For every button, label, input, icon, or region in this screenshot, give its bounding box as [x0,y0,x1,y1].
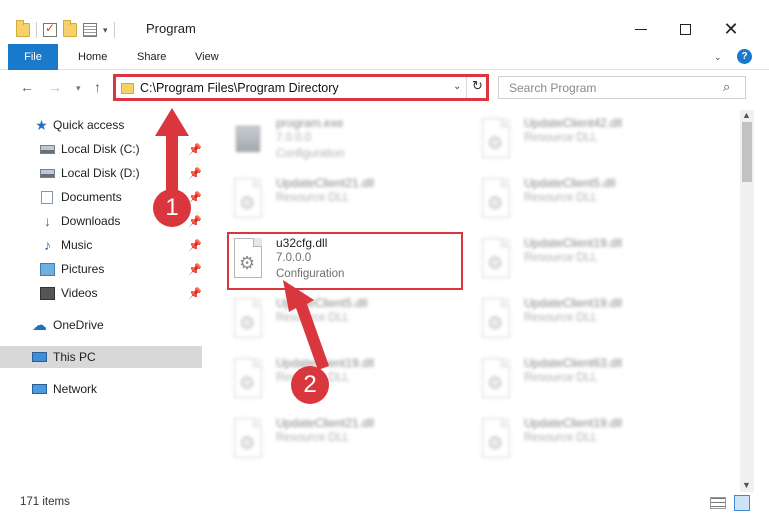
step-badge-1: 1 [153,189,191,227]
step-badge-2: 2 [291,366,329,404]
annotation-arrows [155,108,329,370]
annotation-arrow-1 [155,108,189,196]
annotation-arrow-2 [283,280,329,370]
